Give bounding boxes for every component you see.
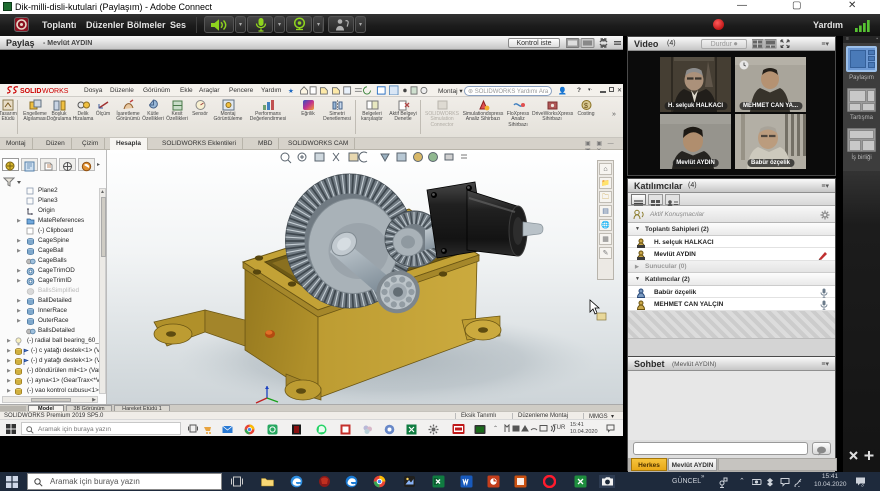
svg-text:WORKS: WORKS [42, 88, 69, 95]
svg-text:SOLID: SOLID [20, 88, 41, 95]
svg-text:3: 3 [861, 483, 864, 488]
svg-text:$: $ [584, 103, 588, 110]
